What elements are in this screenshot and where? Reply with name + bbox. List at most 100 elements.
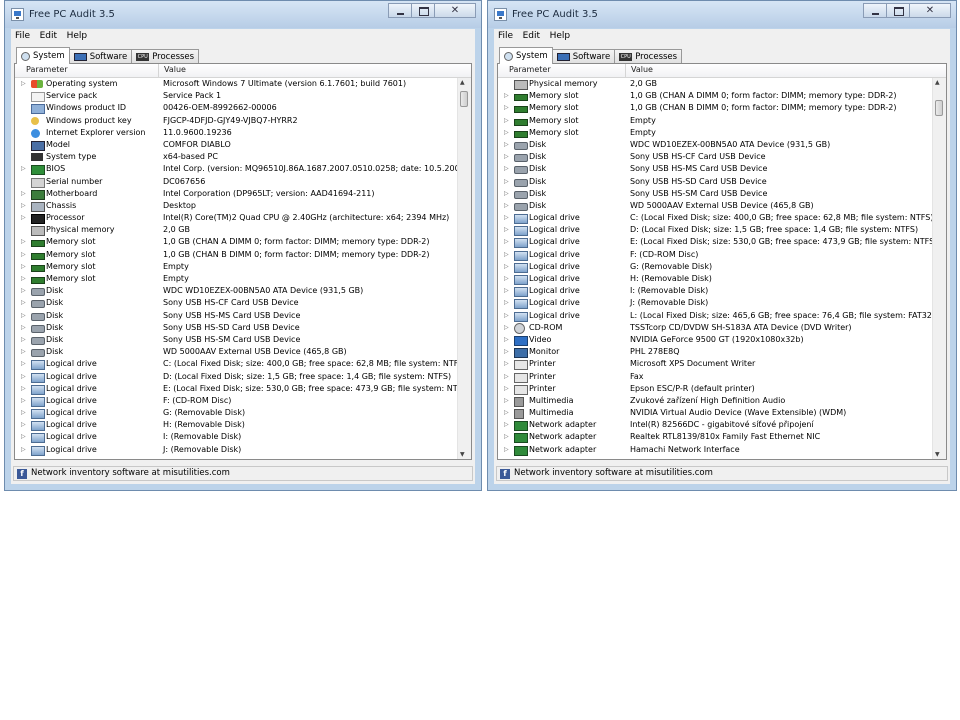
expand-arrow-icon[interactable]: ▷	[21, 395, 26, 407]
status-link[interactable]: Network inventory software at misutiliti…	[514, 468, 713, 478]
list-row[interactable]: ▷ Logical drive E: (Local Fixed Disk; size…	[498, 236, 933, 249]
expand-arrow-icon[interactable]: ▷	[21, 358, 26, 370]
list-row[interactable]: ▷ Logical drive C: (Local Fixed Disk; size…	[498, 212, 933, 225]
list-row[interactable]: ▷ Multimedia Zvukové zařízení High Definit…	[498, 395, 933, 407]
expand-arrow-icon[interactable]: ▷	[21, 249, 26, 261]
title-bar[interactable]: Free PC Audit 3.5 ✕	[488, 1, 956, 28]
list-row[interactable]: ▷ Operating system Microsoft Windows 7 Ult…	[15, 78, 458, 90]
list-row[interactable]: ▷ Logical drive C: (Local Fixed Disk; size…	[15, 358, 458, 371]
expand-arrow-icon[interactable]: ▷	[504, 236, 509, 248]
expand-arrow-icon[interactable]: ▷	[504, 273, 509, 285]
list-row[interactable]: ▷ Logical drive F: (CD-ROM Disc)	[15, 395, 458, 407]
menu-help[interactable]: Help	[63, 29, 91, 41]
list-row[interactable]: ▷ Logical drive L: (Local Fixed Disk; size…	[498, 310, 933, 322]
maximize-button[interactable]	[411, 3, 435, 18]
facebook-icon[interactable]: f	[500, 469, 510, 479]
list-row[interactable]: Service pack Service Pack 1	[15, 90, 458, 103]
list-row[interactable]: ▷ Logical drive D: (Local Fixed Disk; size…	[15, 371, 458, 383]
expand-arrow-icon[interactable]: ▷	[21, 273, 26, 285]
list-row[interactable]: ▷ Logical drive G: (Removable Disk)	[15, 407, 458, 420]
expand-arrow-icon[interactable]: ▷	[21, 334, 26, 346]
expand-arrow-icon[interactable]: ▷	[21, 212, 26, 224]
facebook-icon[interactable]: f	[17, 469, 27, 479]
list-row[interactable]: ▷ Logical drive H: (Removable Disk)	[498, 273, 933, 285]
expand-arrow-icon[interactable]: ▷	[504, 358, 509, 370]
menu-file[interactable]: File	[494, 29, 516, 41]
list-row[interactable]: ▷ Logical drive H: (Removable Disk)	[15, 419, 458, 432]
list-row[interactable]: ▷ Logical drive D: (Local Fixed Disk; size…	[498, 224, 933, 237]
list-row[interactable]: ▷ Memory slot Empty	[498, 127, 933, 139]
list-row[interactable]: ▷ Memory slot Empty	[15, 273, 458, 285]
expand-arrow-icon[interactable]: ▷	[21, 285, 26, 297]
scrollbar-thumb[interactable]	[935, 100, 943, 116]
close-button[interactable]: ✕	[909, 3, 951, 18]
expand-arrow-icon[interactable]: ▷	[504, 176, 509, 188]
expand-arrow-icon[interactable]: ▷	[504, 334, 509, 346]
list-row[interactable]: ▷ Monitor PHL 278E8Q	[498, 346, 933, 359]
expand-arrow-icon[interactable]: ▷	[21, 200, 26, 212]
expand-arrow-icon[interactable]: ▷	[504, 383, 509, 395]
expand-arrow-icon[interactable]: ▷	[504, 371, 509, 383]
expand-arrow-icon[interactable]: ▷	[21, 346, 26, 358]
list-row[interactable]: Internet Explorer version 11.0.9600.19236	[15, 127, 458, 139]
list-row[interactable]: ▷ Logical drive E: (Local Fixed Disk; size…	[15, 383, 458, 395]
list-row[interactable]: ▷ Disk WDC WD10EZEX-00BN5A0 ATA Device (93…	[15, 285, 458, 297]
expand-arrow-icon[interactable]: ▷	[504, 346, 509, 358]
list-row[interactable]: Physical memory 2,0 GB	[498, 78, 933, 90]
list-row[interactable]: Physical memory 2,0 GB	[15, 224, 458, 237]
list-row[interactable]: Windows product key FJGCP-4DFJD-GJY49-VJB…	[15, 115, 458, 127]
expand-arrow-icon[interactable]: ▷	[504, 297, 509, 309]
column-header-value[interactable]: Value	[631, 65, 653, 74]
vertical-scrollbar[interactable]: ▲ ▼	[457, 78, 471, 459]
list-row[interactable]: ▷ Network adapter Hamachi Network Interfac…	[498, 444, 933, 456]
expand-arrow-icon[interactable]: ▷	[21, 371, 26, 383]
expand-arrow-icon[interactable]: ▷	[504, 200, 509, 212]
list-row[interactable]: ▷ Memory slot 1,0 GB (CHAN A DIMM 0; form …	[15, 236, 458, 248]
list-row[interactable]: ▷ Logical drive G: (Removable Disk)	[498, 261, 933, 273]
list-row[interactable]: ▷ Logical drive F: (CD-ROM Disc)	[498, 249, 933, 261]
column-header-value[interactable]: Value	[164, 65, 186, 74]
expand-arrow-icon[interactable]: ▷	[21, 163, 26, 175]
vertical-scrollbar[interactable]: ▲ ▼	[932, 78, 946, 459]
list-row[interactable]: Windows product ID 00426-OEM-8992662-0000…	[15, 102, 458, 115]
tab-processes[interactable]: CPU Processes	[131, 49, 200, 64]
scroll-up-arrow-icon[interactable]: ▲	[460, 79, 465, 86]
minimize-button[interactable]	[388, 3, 412, 18]
list-row[interactable]: ▷ Disk WDC WD10EZEX-00BN5A0 ATA Device (93…	[498, 139, 933, 151]
expand-arrow-icon[interactable]: ▷	[504, 395, 509, 407]
list-row[interactable]: ▷ CD-ROM TSSTcorp CD/DVDW SH-S183A ATA Dev…	[498, 322, 933, 334]
list-row[interactable]: ▷ Motherboard Intel Corporation (DP965LT; …	[15, 188, 458, 200]
list-row[interactable]: ▷ Network adapter Realtek RTL8139/810x Fam…	[498, 431, 933, 444]
expand-arrow-icon[interactable]: ▷	[21, 310, 26, 322]
expand-arrow-icon[interactable]: ▷	[21, 236, 26, 248]
expand-arrow-icon[interactable]: ▷	[21, 407, 26, 419]
list-row[interactable]: ▷ Chassis Desktop	[15, 200, 458, 212]
list-row[interactable]: ▷ Disk Sony USB HS-SD Card USB Device	[498, 176, 933, 188]
expand-arrow-icon[interactable]: ▷	[504, 139, 509, 151]
tab-processes[interactable]: CPU Processes	[614, 49, 683, 64]
list-row[interactable]: ▷ BIOS Intel Corp. (version: MQ96510J.86A.…	[15, 163, 458, 176]
expand-arrow-icon[interactable]: ▷	[21, 297, 26, 309]
list-row[interactable]: ▷ Memory slot 1,0 GB (CHAN B DIMM 0; form …	[498, 102, 933, 114]
list-row[interactable]: ▷ Disk Sony USB HS-SD Card USB Device	[15, 322, 458, 334]
menu-file[interactable]: File	[11, 29, 33, 41]
expand-arrow-icon[interactable]: ▷	[21, 322, 26, 334]
expand-arrow-icon[interactable]: ▷	[504, 188, 509, 200]
expand-arrow-icon[interactable]: ▷	[21, 444, 26, 456]
expand-arrow-icon[interactable]: ▷	[504, 310, 509, 322]
expand-arrow-icon[interactable]: ▷	[504, 163, 509, 175]
expand-arrow-icon[interactable]: ▷	[504, 261, 509, 273]
expand-arrow-icon[interactable]: ▷	[21, 78, 26, 90]
list-row[interactable]: ▷ Memory slot Empty	[15, 261, 458, 273]
expand-arrow-icon[interactable]: ▷	[504, 151, 509, 163]
expand-arrow-icon[interactable]: ▷	[21, 431, 26, 443]
column-divider[interactable]	[158, 64, 159, 77]
list-row[interactable]: ▷ Video NVIDIA GeForce 9500 GT (1920x1080x…	[498, 334, 933, 346]
menu-edit[interactable]: Edit	[36, 29, 60, 41]
expand-arrow-icon[interactable]: ▷	[504, 322, 509, 334]
minimize-button[interactable]	[863, 3, 887, 18]
status-link[interactable]: Network inventory software at misutiliti…	[31, 468, 230, 478]
expand-arrow-icon[interactable]: ▷	[504, 127, 509, 139]
expand-arrow-icon[interactable]: ▷	[504, 407, 509, 419]
list-row[interactable]: ▷ Disk WD 5000AAV External USB Device (465…	[15, 346, 458, 358]
